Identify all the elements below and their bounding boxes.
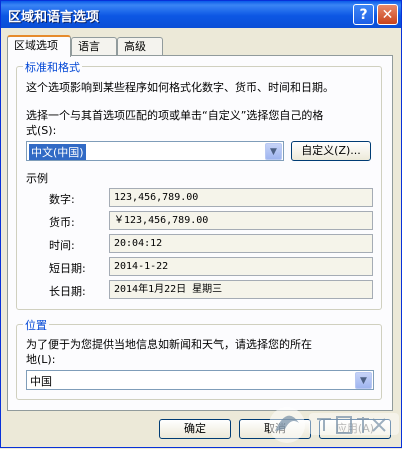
location-group-label: 位置	[23, 317, 49, 333]
locale-dropdown[interactable]: 中文(中国) ▼	[26, 141, 284, 161]
sample-long-date-value: 2014年1月22日 星期三	[109, 280, 373, 299]
sample-short-date-label: 短日期:	[49, 262, 86, 275]
site-watermark-logo	[269, 407, 399, 443]
sample-currency-value: ￥123,456,789.00	[109, 211, 373, 230]
dialog-window: 区域和语言选项 ? ✕ 区域选项 语言 高级 标准和格式 这个选项影响到某些程序…	[0, 0, 402, 448]
location-description-line1: 为了便于为您提供当地信息如新闻和天气，请选择您的所在	[26, 338, 312, 351]
location-description-line2: 地(L):	[26, 353, 56, 366]
sample-short-date-value: 2014-1-22	[109, 257, 373, 276]
tab-panel: 标准和格式 这个选项影响到某些程序如何格式化数字、货币、时间和日期。 选择一个与…	[7, 55, 393, 411]
standards-instruction-line1: 选择一个与其首选项匹配的项或单击“自定义”选择您自己的格	[26, 109, 324, 122]
standards-instruction-line2: 式(S):	[26, 124, 57, 137]
location-group: 位置 为了便于为您提供当地信息如新闻和天气，请选择您的所在 地(L): 中国 ▼	[16, 317, 382, 400]
samples-heading: 示例	[26, 172, 48, 185]
close-button[interactable]: ✕	[377, 4, 398, 25]
help-button[interactable]: ?	[353, 4, 374, 25]
customize-button[interactable]: 自定义(Z)...	[291, 141, 371, 161]
sample-number-label: 数字:	[49, 193, 75, 206]
sample-number-value: 123,456,789.00	[109, 188, 373, 207]
standards-group-label: 标准和格式	[23, 59, 82, 75]
tab-regional-options[interactable]: 区域选项	[7, 35, 71, 57]
chevron-down-icon[interactable]: ▼	[265, 143, 282, 160]
location-selected-value: 中国	[30, 375, 52, 388]
standards-description: 这个选项影响到某些程序如何格式化数字、货币、时间和日期。	[26, 81, 334, 94]
locale-selected-value: 中文(中国)	[29, 144, 86, 160]
sample-long-date-label: 长日期:	[49, 285, 86, 298]
window-title: 区域和语言选项	[8, 10, 100, 25]
chevron-down-icon[interactable]: ▼	[355, 372, 372, 389]
sample-time-label: 时间:	[49, 239, 75, 252]
tab-languages[interactable]: 语言	[71, 37, 117, 55]
sample-time-value: 20:04:12	[109, 234, 373, 253]
ok-button[interactable]: 确定	[159, 419, 231, 439]
tab-advanced[interactable]: 高级	[117, 37, 163, 55]
sample-currency-label: 货币:	[49, 216, 75, 229]
title-bar[interactable]: 区域和语言选项 ? ✕	[1, 1, 401, 28]
location-dropdown[interactable]: 中国 ▼	[26, 370, 374, 390]
standards-group: 标准和格式 这个选项影响到某些程序如何格式化数字、货币、时间和日期。 选择一个与…	[16, 59, 382, 310]
